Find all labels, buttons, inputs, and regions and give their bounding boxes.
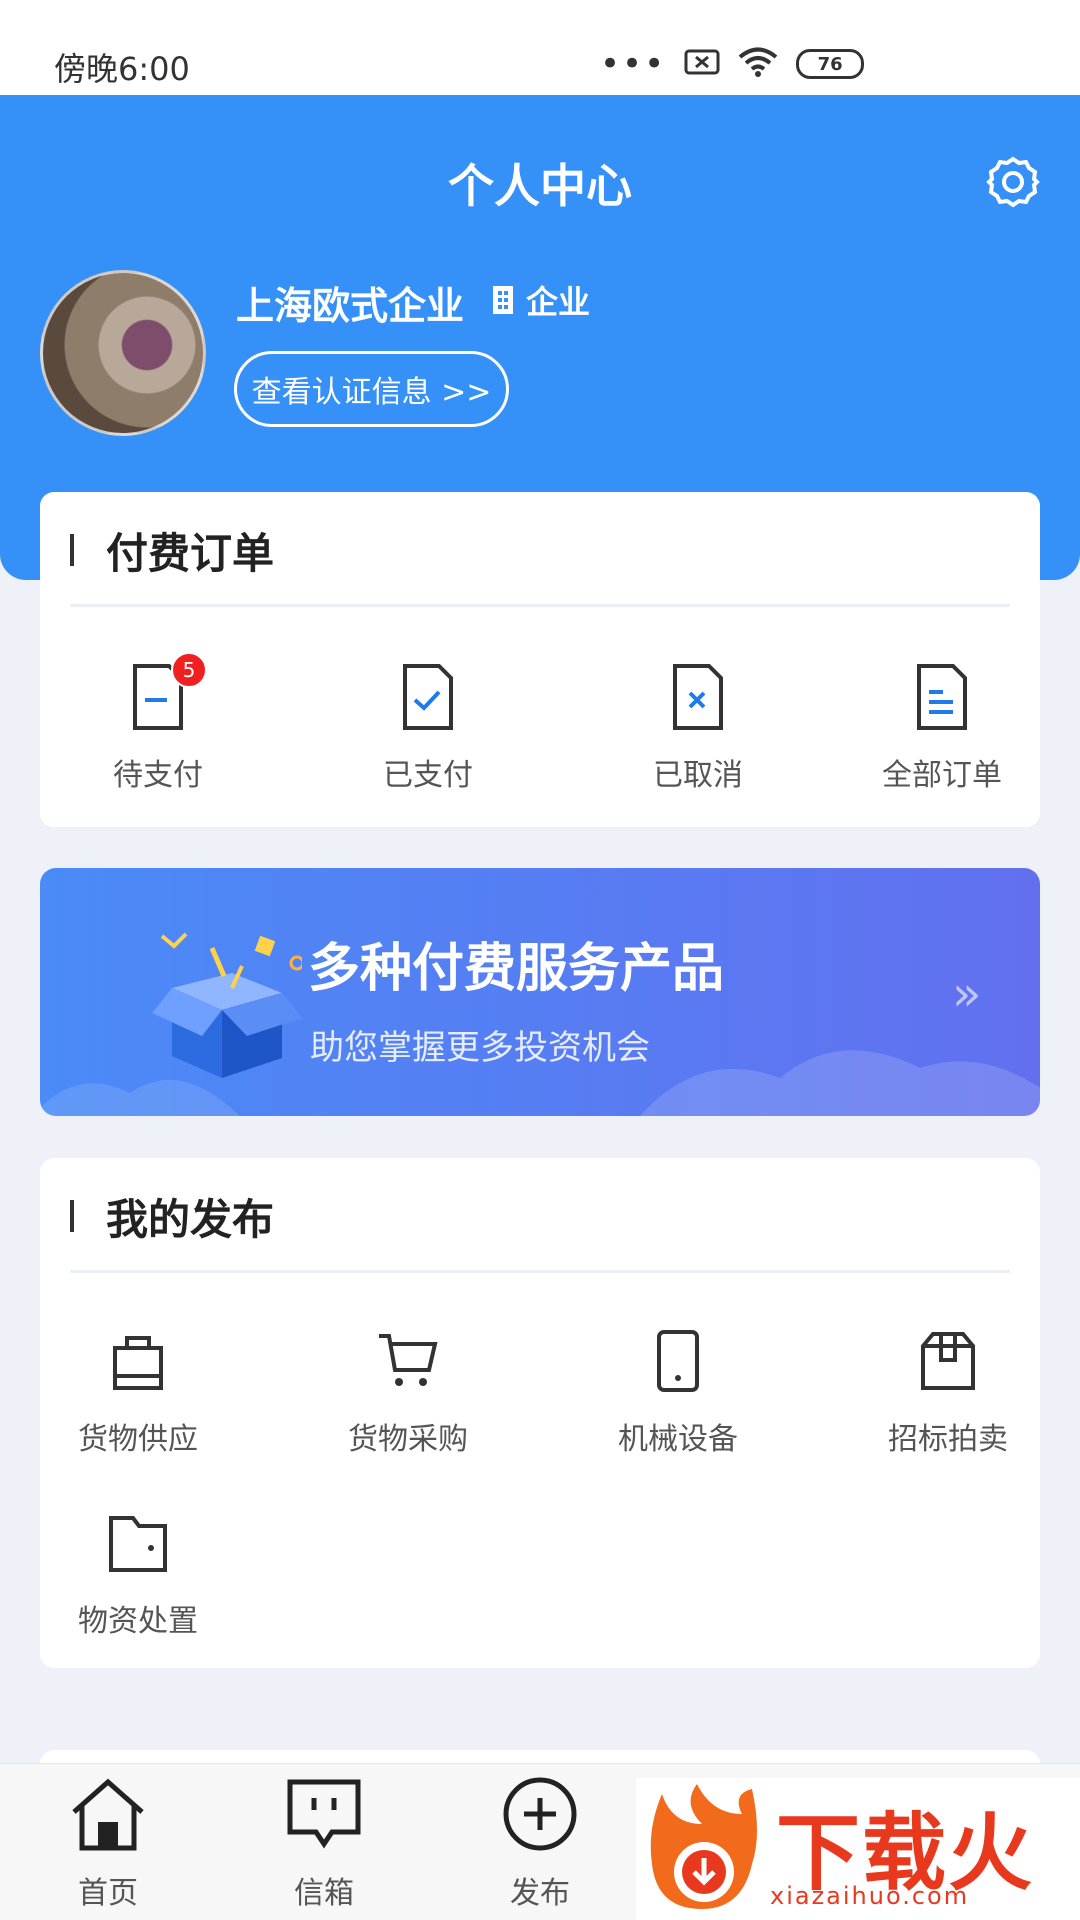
post-label: 货物供应	[78, 1422, 198, 1457]
pending-badge: 5	[171, 652, 207, 688]
order-paid[interactable]: 已支付	[328, 662, 528, 794]
order-pending-payment[interactable]: 5 待支付	[58, 652, 258, 794]
order-cancelled[interactable]: 已取消	[598, 662, 798, 794]
company-name: 上海欧式企业	[236, 284, 465, 328]
watermark-logo: 下载火 xiazaihuo.com	[636, 1778, 1080, 1920]
view-certification-button[interactable]: 查看认证信息 >>	[234, 351, 509, 427]
title-bar	[70, 534, 74, 566]
bag-icon	[103, 1326, 173, 1396]
post-machinery[interactable]: 机械设备	[578, 1326, 778, 1458]
order-label: 已支付	[383, 758, 473, 793]
status-time: 傍晚6:00	[54, 50, 190, 88]
flame-logo-icon	[650, 1784, 757, 1909]
nav-publish[interactable]: 发布	[460, 1774, 620, 1912]
post-disposal[interactable]: 物资处置	[38, 1508, 238, 1640]
page-title: 个人中心	[448, 159, 632, 213]
divider	[70, 1270, 1010, 1273]
paid-orders-title: 付费订单	[70, 522, 274, 578]
post-label: 招标拍卖	[888, 1422, 1008, 1457]
status-bar: 傍晚6:00 ••• 76	[0, 0, 1080, 95]
banner-subtitle: 助您掌握更多投资机会	[310, 1028, 650, 1068]
paid-orders-card: 付费订单 5 待支付 已支付 已取消 全部订单	[40, 492, 1040, 827]
post-label: 物资处置	[78, 1604, 198, 1639]
nav-label: 信箱	[294, 1876, 354, 1911]
paid-services-banner[interactable]: 多种付费服务产品 助您掌握更多投资机会 »	[40, 868, 1040, 1116]
post-purchase[interactable]: 货物采购	[308, 1326, 508, 1458]
sim-off-icon	[684, 48, 720, 80]
post-label: 货物采购	[348, 1422, 468, 1457]
double-chevron-right-icon: »	[952, 966, 982, 1022]
order-label: 待支付	[113, 758, 203, 793]
company-type: 企业	[490, 277, 590, 323]
wifi-icon	[738, 46, 778, 82]
order-label: 全部订单	[882, 758, 1002, 793]
cart-icon	[373, 1326, 443, 1396]
watermark-domain: xiazaihuo.com	[770, 1882, 970, 1910]
divider	[70, 604, 1010, 607]
gear-icon	[986, 156, 1040, 208]
banner-title: 多种付费服务产品	[308, 939, 725, 999]
doc-check-icon	[393, 662, 463, 732]
folder-icon	[103, 1508, 173, 1578]
my-posts-card: 我的发布 货物供应 货物采购 机械设备 招标拍卖 物资处置	[40, 1158, 1040, 1668]
avatar[interactable]	[40, 270, 206, 436]
doc-minus-icon: 5	[123, 652, 207, 732]
battery-icon: 76	[796, 49, 865, 79]
status-icons: ••• 76	[600, 44, 865, 84]
nav-home[interactable]: 首页	[28, 1774, 188, 1912]
more-dots-icon: •••	[600, 44, 667, 84]
home-icon	[72, 1778, 144, 1851]
paid-orders-title-text: 付费订单	[106, 528, 275, 578]
post-supply[interactable]: 货物供应	[38, 1326, 238, 1458]
company-type-label: 企业	[526, 283, 591, 321]
tablet-icon	[643, 1326, 713, 1396]
doc-x-icon	[663, 662, 733, 732]
my-posts-title-text: 我的发布	[106, 1194, 275, 1244]
post-label: 机械设备	[618, 1422, 738, 1457]
nav-label: 发布	[510, 1876, 570, 1911]
doc-list-icon	[907, 662, 977, 732]
building-icon	[493, 286, 513, 314]
nav-label: 首页	[78, 1876, 138, 1911]
settings-button[interactable]	[986, 155, 1040, 209]
post-tender-auction[interactable]: 招标拍卖	[848, 1326, 1048, 1458]
box-icon	[913, 1326, 983, 1396]
title-bar	[70, 1200, 74, 1232]
order-label: 已取消	[653, 758, 743, 793]
nav-inbox[interactable]: 信箱	[244, 1774, 404, 1912]
my-posts-title: 我的发布	[70, 1188, 274, 1244]
order-all[interactable]: 全部订单	[842, 662, 1042, 794]
plus-circle-icon	[503, 1777, 577, 1851]
message-icon	[287, 1779, 361, 1849]
